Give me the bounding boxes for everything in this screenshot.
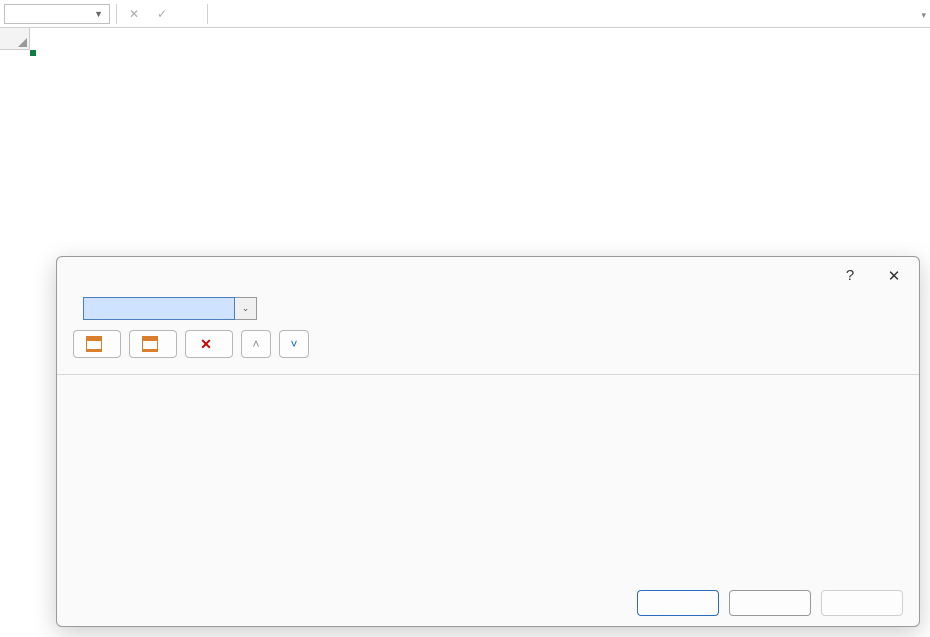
active-cell-outline bbox=[30, 50, 34, 54]
selection-rectangle bbox=[30, 50, 34, 54]
chevron-down-icon: ˅ bbox=[290, 337, 297, 351]
new-rule-icon bbox=[86, 336, 102, 352]
delete-rule-button[interactable]: ✕ bbox=[185, 330, 233, 358]
separator bbox=[207, 4, 208, 24]
move-down-button[interactable]: ˅ bbox=[279, 330, 309, 358]
edit-rule-icon bbox=[142, 336, 158, 352]
ok-button[interactable] bbox=[637, 590, 719, 616]
separator bbox=[116, 4, 117, 24]
formula-bar: ▼ ✕ ✓ ▾ bbox=[0, 0, 930, 28]
accept-icon[interactable]: ✓ bbox=[151, 7, 173, 21]
apply-button[interactable] bbox=[821, 590, 903, 616]
conditional-formatting-rules-manager-dialog: ? ✕ ⌄ ✕ ˄ ˅ bbox=[56, 256, 920, 627]
chevron-up-icon: ˄ bbox=[252, 337, 259, 351]
scope-select[interactable] bbox=[83, 297, 235, 320]
close-icon[interactable]: ✕ bbox=[885, 267, 903, 285]
new-rule-button[interactable] bbox=[73, 330, 121, 358]
expand-formula-bar-icon[interactable]: ▾ bbox=[921, 10, 926, 21]
close-button[interactable] bbox=[729, 590, 811, 616]
edit-rule-button[interactable] bbox=[129, 330, 177, 358]
grid-header bbox=[0, 28, 930, 50]
select-all-corner[interactable] bbox=[0, 28, 30, 50]
move-up-button[interactable]: ˄ bbox=[241, 330, 271, 358]
rules-header-row bbox=[57, 364, 919, 375]
chevron-down-icon[interactable]: ▼ bbox=[94, 9, 103, 19]
cancel-icon[interactable]: ✕ bbox=[123, 7, 145, 21]
delete-icon: ✕ bbox=[198, 336, 214, 352]
name-box[interactable]: ▼ bbox=[4, 4, 110, 24]
help-icon[interactable]: ? bbox=[841, 267, 859, 285]
chevron-down-icon[interactable]: ⌄ bbox=[235, 297, 257, 320]
fill-handle[interactable] bbox=[30, 50, 36, 56]
